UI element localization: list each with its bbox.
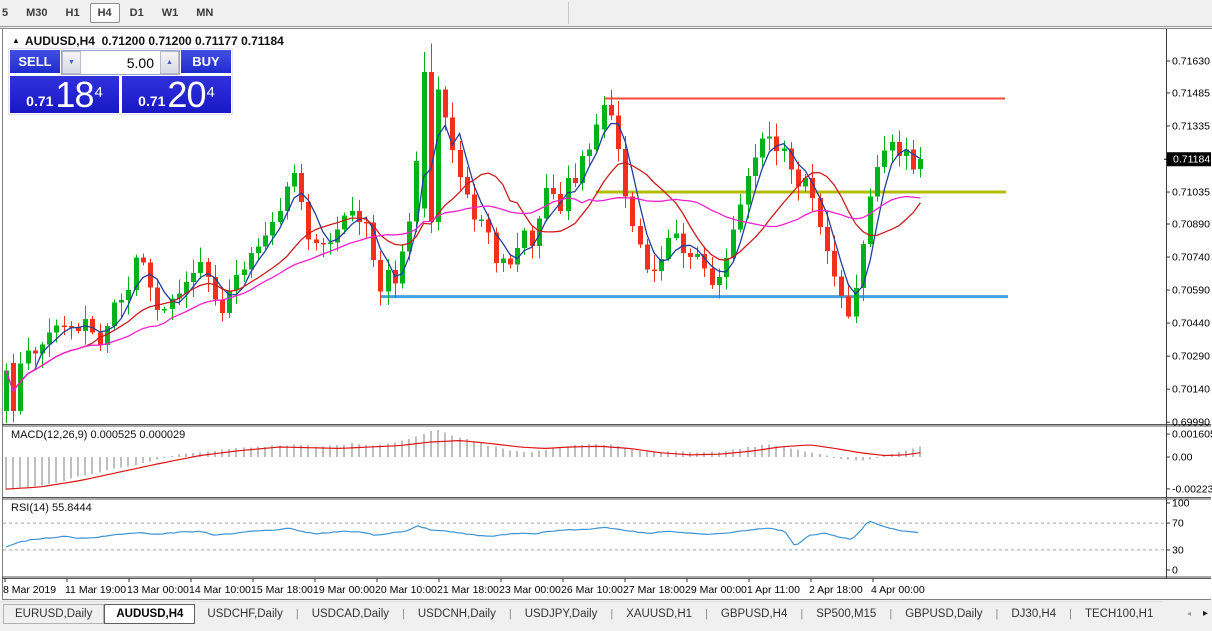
- price-axis-label: 0.70140: [1172, 384, 1210, 396]
- time-axis-label: 20 Mar 10:00: [375, 584, 437, 596]
- buy-price-pipette: 4: [206, 84, 215, 101]
- sell-price-display[interactable]: 0.71 18 4: [10, 76, 119, 113]
- rsi-indicator-label: RSI(14) 55.8444: [11, 502, 92, 514]
- sell-price-big: 18: [55, 74, 94, 115]
- tab-scroll-right-icon[interactable]: ▸: [1203, 608, 1208, 619]
- buy-price-big: 20: [167, 74, 206, 115]
- price-axis-label: 0.71335: [1172, 120, 1210, 132]
- chart-tab-gbpusd-daily[interactable]: GBPUSD,Daily: [893, 604, 994, 624]
- time-axis-label: 26 Mar 10:00: [561, 584, 623, 596]
- price-axis-label: 0.70890: [1172, 218, 1210, 230]
- macd-axis-label: -0.002235: [1172, 483, 1212, 495]
- time-axis-label: 1 Apr 11:00: [747, 584, 800, 596]
- chart-tab-audusd-h4[interactable]: AUDUSD,H4: [104, 604, 196, 624]
- timeframe-button-m30[interactable]: M30: [18, 3, 55, 23]
- chart-tab-usdjpy-daily[interactable]: USDJPY,Daily: [513, 604, 610, 624]
- price-axis-label: 0.70440: [1172, 318, 1210, 330]
- period-toolbar: 5 M30 H1 H4 D1 W1 MN: [0, 0, 1212, 27]
- macd-indicator-label: MACD(12,26,9) 0.000525 0.000029: [11, 429, 186, 441]
- timeframe-button-mn[interactable]: MN: [188, 3, 221, 23]
- current-price-label: 0.71184: [1173, 154, 1210, 166]
- rsi-axis-label: 100: [1172, 498, 1190, 510]
- time-axis-label: 8 Mar 2019: [3, 584, 56, 596]
- rsi-axis-label: 70: [1172, 518, 1184, 530]
- mt4-window: 5 M30 H1 H4 D1 W1 MN 0.71630 0.71485 0.71335 0.71…: [0, 0, 1212, 631]
- volume-decrease-button[interactable]: ▼: [62, 51, 81, 74]
- price-axis-label: 0.71630: [1172, 56, 1210, 68]
- time-axis-label: 4 Apr 00:00: [871, 584, 925, 596]
- chart-tab-sp500-m15[interactable]: SP500,M15: [804, 604, 888, 624]
- buy-price-prefix: 0.71: [138, 93, 166, 109]
- price-axis-label: 0.70590: [1172, 285, 1210, 297]
- time-axis-label: 29 Mar 00:00: [685, 584, 747, 596]
- chart-tab-tech100-h1[interactable]: TECH100,H1: [1073, 604, 1165, 624]
- timeframe-button-h4[interactable]: H4: [89, 3, 120, 23]
- price-axis-label: 0.70740: [1172, 252, 1210, 264]
- one-click-trade-panel: SELL ▼ 5.00 ▲ BUY 0.71 18 4 0.71 20 4: [8, 48, 233, 115]
- tab-scroll-left-icon[interactable]: ◂: [1187, 609, 1191, 618]
- buy-button[interactable]: BUY: [181, 50, 231, 75]
- collapse-triangle-icon[interactable]: ▲: [12, 36, 20, 45]
- time-axis-label: 13 Mar 00:00: [127, 584, 189, 596]
- price-axis-label: 0.71485: [1172, 87, 1210, 99]
- time-axis-label: 21 Mar 18:00: [437, 584, 499, 596]
- time-axis-label: 14 Mar 10:00: [189, 584, 251, 596]
- timeframe-button-5[interactable]: 5: [0, 3, 16, 23]
- volume-spinner: ▼ 5.00 ▲: [61, 50, 180, 75]
- chart-tab-bar: EURUSD,Daily AUDUSD,H4 USDCHF,Daily | USDCAD…: [0, 601, 1212, 626]
- buy-price-display[interactable]: 0.71 20 4: [122, 76, 231, 113]
- chart-ohlc: 0.71200 0.71200 0.71177 0.71184: [101, 34, 284, 48]
- volume-input[interactable]: 5.00: [81, 51, 160, 74]
- price-axis-label: 0.71035: [1172, 187, 1210, 199]
- sell-price-prefix: 0.71: [26, 93, 54, 109]
- chart-tab-gbpusd-h4[interactable]: GBPUSD,H4: [709, 604, 799, 624]
- time-axis-label: 27 Mar 18:00: [623, 584, 685, 596]
- timeframe-button-d1[interactable]: D1: [122, 3, 152, 23]
- rsi-axis-label: 0: [1172, 565, 1178, 577]
- timeframe-button-h1[interactable]: H1: [58, 3, 88, 23]
- chart-tab-xauusd-h1[interactable]: XAUUSD,H1: [614, 604, 704, 624]
- time-axis-label: 23 Mar 00:00: [499, 584, 561, 596]
- time-axis-label: 11 Mar 19:00: [65, 584, 126, 596]
- macd-axis-label: 0.00: [1172, 452, 1193, 464]
- chart-window: 0.71630 0.71485 0.71335 0.71035 0.70890 0.707…: [0, 28, 1212, 600]
- chart-tab-dj30-h4[interactable]: DJ30,H4: [999, 604, 1068, 624]
- macd-axis-label: 0.001605: [1172, 429, 1212, 441]
- sell-price-pipette: 4: [94, 84, 103, 101]
- time-axis-label: 2 Apr 18:00: [809, 584, 863, 596]
- chart-tab-usdchf-daily[interactable]: USDCHF,Daily: [195, 604, 294, 624]
- rsi-axis-label: 30: [1172, 544, 1184, 556]
- price-axis-label: 0.69990: [1172, 417, 1210, 429]
- chart-title: ▲ AUDUSD,H4 0.71200 0.71200 0.71177 0.711…: [12, 34, 284, 48]
- time-axis-label: 19 Mar 00:00: [313, 584, 375, 596]
- status-strip: [0, 625, 1212, 631]
- timeframe-button-w1[interactable]: W1: [154, 3, 187, 23]
- chart-tab-usdcnh-daily[interactable]: USDCNH,Daily: [406, 604, 508, 624]
- tab-scroll-arrows: ◂ ▸: [1162, 601, 1212, 625]
- price-axis-label: 0.70290: [1172, 351, 1210, 363]
- toolbar-separator: [568, 2, 570, 24]
- volume-increase-button[interactable]: ▲: [160, 51, 179, 74]
- chart-tab-usdcad-daily[interactable]: USDCAD,Daily: [300, 604, 401, 624]
- sell-button[interactable]: SELL: [10, 50, 60, 75]
- chart-tab-eurusd-daily[interactable]: EURUSD,Daily: [3, 604, 105, 624]
- time-axis-label: 15 Mar 18:00: [251, 584, 313, 596]
- chart-symbol: AUDUSD,H4: [24, 34, 95, 48]
